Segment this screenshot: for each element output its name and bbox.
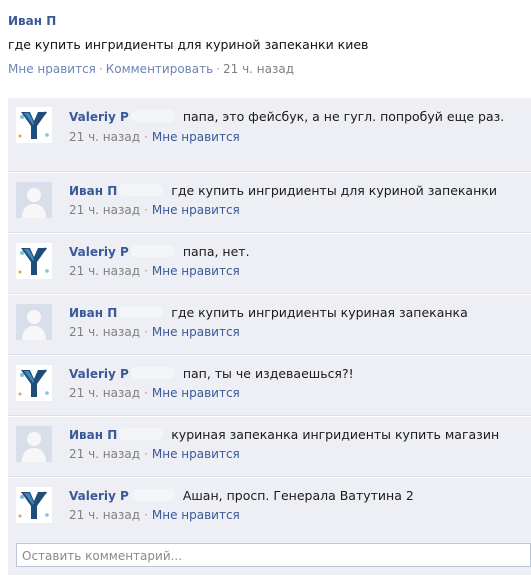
y-logo-icon[interactable] [16, 107, 52, 143]
separator: · [144, 447, 148, 461]
redacted-surname [119, 428, 164, 440]
comment-author[interactable]: Valeriy P [69, 367, 129, 381]
comment-time: 21 ч. назад [69, 325, 141, 339]
comment-item: Иван П куриная запеканка ингридиенты купи… [8, 417, 531, 477]
comment-time: 21 ч. назад [69, 508, 141, 522]
comment-meta: 21 ч. назад · Мне нравится [69, 325, 527, 339]
y-logo-icon[interactable] [16, 365, 52, 401]
separator: · [144, 386, 148, 400]
post-time: 21 ч. назад [222, 62, 295, 76]
comment-time: 21 ч. назад [69, 264, 141, 278]
comment-text: Ашан, просп. Генерала Ватутина 2 [182, 488, 414, 503]
comment-author[interactable]: Иван П [69, 428, 117, 442]
comment-like-link[interactable]: Мне нравится [152, 130, 240, 144]
separator: · [144, 203, 148, 217]
comment-author[interactable]: Valeriy P [69, 245, 129, 259]
comment-text: пап, ты че издеваешься?! [182, 366, 354, 381]
redacted-surname [130, 245, 175, 257]
comment-item: Иван П где купить ингридиенты для куриной… [8, 173, 531, 233]
comment-like-link[interactable]: Мне нравится [152, 264, 240, 278]
comment-link[interactable]: Комментировать [106, 62, 213, 76]
post-text: где купить ингридиенты для куриной запек… [8, 37, 369, 52]
comment-text: где купить ингридиенты куриная запеканка [171, 305, 468, 320]
comment-item: Valeriy P папа, это фейсбук, а не гугл. п… [8, 98, 531, 172]
y-logo-icon[interactable] [16, 243, 52, 279]
default-user-icon[interactable] [16, 426, 52, 462]
comment-author[interactable]: Иван П [69, 184, 117, 198]
comment-meta: 21 ч. назад · Мне нравится [69, 447, 527, 461]
comment-input[interactable]: Оставить комментарий... [16, 543, 531, 567]
comment-item: Valeriy P пап, ты че издеваешься?! 21 ч. … [8, 356, 531, 416]
comment-author[interactable]: Valeriy P [69, 489, 129, 503]
comment-text: где купить ингридиенты для куриной запек… [171, 183, 497, 198]
comment-meta: 21 ч. назад · Мне нравится [69, 264, 527, 278]
comment-meta: 21 ч. назад · Мне нравится [69, 203, 527, 217]
status-post: Иван П где купить ингридиенты для курино… [8, 14, 528, 76]
post-meta: Мне нравится · Комментировать · 21 ч. назад [8, 62, 528, 76]
comment-like-link[interactable]: Мне нравится [152, 447, 240, 461]
separator: · [144, 508, 148, 522]
comment-composer: Оставить комментарий... [8, 537, 531, 575]
comment-time: 21 ч. назад [69, 130, 141, 144]
comment-time: 21 ч. назад [69, 447, 141, 461]
comment-like-link[interactable]: Мне нравится [152, 325, 240, 339]
redacted-surname [130, 489, 175, 501]
post-author[interactable]: Иван П [8, 14, 56, 28]
comment-item: Иван П где купить ингридиенты куриная зап… [8, 295, 531, 355]
comment-like-link[interactable]: Мне нравится [152, 386, 240, 400]
comment-like-link[interactable]: Мне нравится [152, 203, 240, 217]
redacted-surname [119, 184, 164, 196]
comment-author[interactable]: Иван П [69, 306, 117, 320]
comment-text: куриная запеканка ингридиенты купить маг… [171, 427, 500, 442]
comment-like-link[interactable]: Мне нравится [152, 508, 240, 522]
redacted-surname [130, 110, 175, 122]
redacted-surname [130, 367, 175, 379]
redacted-surname [119, 306, 164, 318]
comment-item: Valeriy P папа, нет. 21 ч. назад · Мне нрав… [8, 234, 531, 294]
comment-meta: 21 ч. назад · Мне нравится [69, 508, 527, 522]
default-user-icon[interactable] [16, 304, 52, 340]
like-link[interactable]: Мне нравится [8, 62, 96, 76]
comment-meta: 21 ч. назад · Мне нравится [69, 130, 527, 144]
comment-time: 21 ч. назад [69, 203, 141, 217]
y-logo-icon[interactable] [16, 487, 52, 523]
comment-text: папа, нет. [182, 244, 250, 259]
comment-list: Valeriy P папа, это фейсбук, а не гугл. п… [8, 98, 531, 539]
separator: · [144, 264, 148, 278]
separator: · [216, 62, 220, 76]
comment-author[interactable]: Valeriy P [69, 110, 129, 124]
comment-time: 21 ч. назад [69, 386, 141, 400]
comment-meta: 21 ч. назад · Мне нравится [69, 386, 527, 400]
default-user-icon[interactable] [16, 182, 52, 218]
separator: · [144, 325, 148, 339]
separator: · [144, 130, 148, 144]
comment-text: папа, это фейсбук, а не гугл. попробуй е… [182, 109, 505, 124]
comment-item: Valeriy P Ашан, просп. Генерала Ватутина … [8, 478, 531, 538]
separator: · [98, 62, 103, 76]
